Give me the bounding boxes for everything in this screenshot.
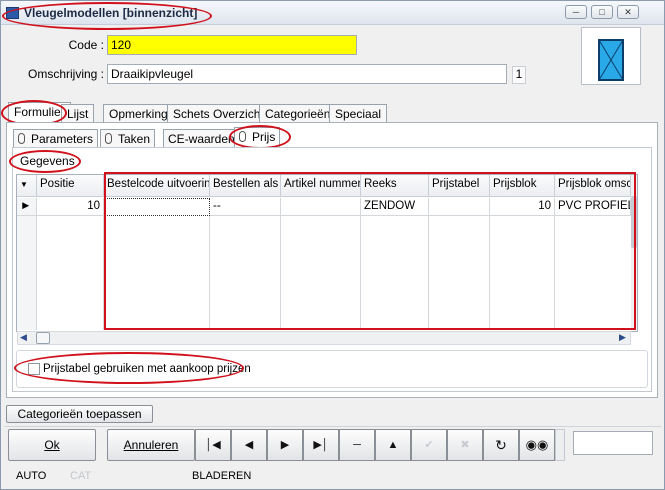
tab-lijst[interactable]: Lijst xyxy=(61,104,95,122)
cell-positie[interactable]: 10 xyxy=(37,198,104,216)
tab-schets-overzicht[interactable]: Schets Overzicht xyxy=(167,104,270,122)
vertical-scroll-thumb[interactable] xyxy=(631,196,637,248)
status-state: BLADEREN xyxy=(192,470,252,482)
prijstabel-checkbox[interactable] xyxy=(28,363,40,375)
column-divider xyxy=(103,216,104,330)
tab-opmerking[interactable]: Opmerking xyxy=(103,104,174,122)
count-badge: 1 xyxy=(512,66,526,84)
minimize-icon[interactable]: ─ xyxy=(565,5,587,19)
cell-prijstabel[interactable] xyxy=(429,198,490,216)
window-sash-icon xyxy=(598,39,624,81)
row-indicator-column xyxy=(17,216,37,330)
scroll-right-icon[interactable]: ▶ xyxy=(619,332,626,343)
cell-artikel-nummer[interactable] xyxy=(281,198,361,216)
app-icon xyxy=(6,7,19,19)
preview-box xyxy=(581,27,641,85)
binoculars-icon[interactable]: ◉◉ xyxy=(519,429,555,461)
column-divider xyxy=(360,216,361,330)
tab-speciaal[interactable]: Speciaal xyxy=(329,104,388,122)
cell-reeks[interactable]: ZENDOW xyxy=(361,198,429,216)
subtab-label: Prijs xyxy=(252,130,276,144)
ok-button[interactable]: Ok xyxy=(8,429,96,461)
attachment-icon xyxy=(239,131,246,142)
prijstabel-checkbox-label: Prijstabel gebruiken met aankoop prijzen xyxy=(43,363,251,375)
cell-prijsblok-omsch[interactable]: PVC PROFIELE xyxy=(555,198,631,216)
subtab-prijs[interactable]: Prijs xyxy=(234,127,281,147)
column-divider xyxy=(554,216,555,330)
up-icon[interactable]: ▲ xyxy=(375,429,411,461)
last-record-icon[interactable]: ▶│ xyxy=(303,429,339,461)
column-divider xyxy=(280,216,281,330)
delete-record-icon[interactable]: ─ xyxy=(339,429,375,461)
maximize-icon[interactable]: □ xyxy=(591,5,613,19)
grid-header-bestellen-als[interactable]: Bestellen als xyxy=(210,175,281,197)
status-cat: CAT xyxy=(70,470,92,482)
cell-prijsblok[interactable]: 10 xyxy=(490,198,555,216)
cell-bestelcode[interactable] xyxy=(104,198,210,216)
row-indicator-header: ▼ xyxy=(17,175,37,197)
scroll-left-icon[interactable]: ◀ xyxy=(20,332,27,343)
subtab-label: Parameters xyxy=(31,132,94,146)
code-label: Code : xyxy=(68,38,104,52)
categorieen-toepassen-button[interactable]: Categorieën toepassen xyxy=(6,405,153,423)
column-divider xyxy=(489,216,490,330)
status-mode: AUTO xyxy=(16,470,47,482)
grid-header-artikel-nummer[interactable]: Artikel nummer xyxy=(281,175,361,197)
current-row-icon[interactable]: ► xyxy=(17,198,37,216)
attachment-icon xyxy=(18,133,25,144)
subtab-parameters[interactable]: Parameters xyxy=(13,129,99,147)
grid-header-prijsblok-omsch[interactable]: Prijsblok omsch xyxy=(555,175,631,197)
grid-header-positie[interactable]: Positie xyxy=(37,175,104,197)
cell-bestellen-als[interactable]: -- xyxy=(210,198,281,216)
close-icon[interactable]: ✕ xyxy=(617,5,639,19)
section-title: Gegevens xyxy=(20,154,75,168)
grid-header-prijstabel[interactable]: Prijstabel xyxy=(429,175,490,197)
confirm-icon: ✔ xyxy=(411,429,447,461)
cancel-icon: ✖ xyxy=(447,429,483,461)
search-input[interactable] xyxy=(573,431,653,455)
dropdown-arrow-icon[interactable] xyxy=(555,429,565,461)
horizontal-scrollbar[interactable] xyxy=(17,331,631,345)
column-divider xyxy=(428,216,429,330)
next-record-icon[interactable]: ▶ xyxy=(267,429,303,461)
grid-header-prijsblok[interactable]: Prijsblok xyxy=(490,175,555,197)
horizontal-scroll-thumb[interactable] xyxy=(36,332,50,344)
annuleren-button[interactable]: Annuleren xyxy=(107,429,195,461)
attachment-icon xyxy=(105,133,112,144)
subtab-label: Taken xyxy=(118,132,151,146)
tab-categorieen[interactable]: Categorieën xyxy=(259,104,337,122)
grid-header-bestelcode[interactable]: Bestelcode uitvoering xyxy=(104,175,210,197)
subtab-taken[interactable]: Taken xyxy=(100,129,156,147)
column-divider xyxy=(209,216,210,330)
sort-icon: ▼ xyxy=(20,180,28,189)
omschrijving-field[interactable]: Draaikipvleugel xyxy=(107,64,507,84)
code-field[interactable]: 120 xyxy=(107,35,357,55)
window-title: Vleugelmodellen [binnenzicht] xyxy=(24,6,198,20)
refresh-icon[interactable]: ↻ xyxy=(483,429,519,461)
omschrijving-label: Omschrijving : xyxy=(27,67,104,81)
first-record-icon[interactable]: │◀ xyxy=(195,429,231,461)
subtab-ce-waarden[interactable]: CE-waarden xyxy=(163,129,240,147)
grid-header-reeks[interactable]: Reeks xyxy=(361,175,429,197)
previous-record-icon[interactable]: ◀ xyxy=(231,429,267,461)
